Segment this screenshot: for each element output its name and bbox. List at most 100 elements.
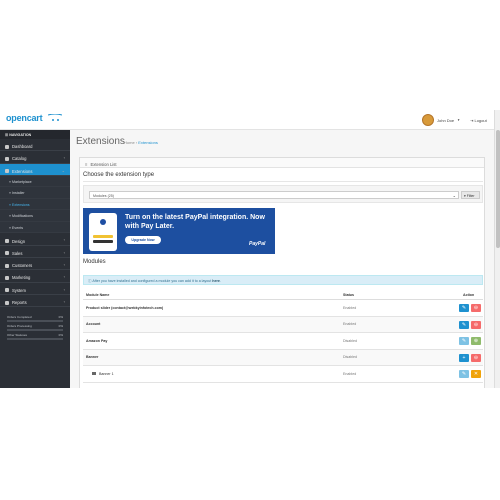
- sidebar-item-catalog[interactable]: Catalog ‹: [0, 151, 70, 164]
- upgrade-now-button[interactable]: Upgrade Now: [125, 236, 161, 244]
- page-title: Extensions: [76, 136, 125, 147]
- sidebar-item-label: Sales: [12, 250, 23, 256]
- sidebar-sub-label: Events: [12, 225, 23, 230]
- stat-label: Orders Processing: [7, 324, 32, 329]
- table-header: Module Name Status Action: [83, 291, 483, 300]
- module-name: Product slider (contact@webkyinfotech.co…: [86, 305, 164, 310]
- cart-logo-icon: [48, 114, 62, 121]
- sidebar-item-label: Catalog: [12, 156, 27, 162]
- module-name: Banner 1: [99, 371, 114, 376]
- edit-button[interactable]: ✎: [459, 337, 469, 345]
- sidebar-sub-label: Installer: [12, 191, 25, 196]
- sidebar-item-label: Customers: [12, 263, 33, 269]
- cart-icon: [5, 251, 9, 256]
- stat-value: 0%: [58, 333, 63, 338]
- row-actions: ✎ ⊕: [459, 337, 481, 345]
- modules-heading: Modules: [83, 259, 106, 265]
- scrollbar-thumb[interactable]: [496, 130, 500, 248]
- uninstall-button[interactable]: ⊖: [471, 304, 481, 312]
- breadcrumb-separator: ›: [135, 140, 138, 145]
- phone-image: [100, 219, 106, 225]
- table-row: Account Enabled ✎ ⊖: [83, 316, 483, 333]
- user-icon: [5, 263, 9, 268]
- sidebar-sub-installer[interactable]: » Installer: [0, 187, 70, 199]
- sidebar-item-label: Marketing: [12, 275, 31, 281]
- sidebar-sub-events[interactable]: » Events: [0, 221, 70, 234]
- uninstall-button[interactable]: ⊖: [471, 320, 481, 329]
- column-header-action: Action: [463, 293, 475, 297]
- filter-label: Filter: [466, 193, 475, 198]
- add-button[interactable]: +: [459, 353, 469, 362]
- banner-title: Turn on the latest PayPal integration. N…: [125, 214, 265, 230]
- divider: [83, 181, 483, 182]
- module-status: Disabled: [343, 338, 357, 343]
- module-status: Enabled: [343, 322, 357, 327]
- sidebar-item-customers[interactable]: Customers ‹: [0, 258, 70, 271]
- edit-button[interactable]: ✎: [459, 320, 469, 329]
- column-header-name[interactable]: Module Name: [86, 291, 109, 299]
- tag-icon: [5, 156, 9, 161]
- chevron-left-icon: ‹: [63, 237, 65, 243]
- table-row: Product slider (contact@webkyinfotech.co…: [83, 300, 483, 317]
- edit-button[interactable]: ✎: [459, 370, 469, 378]
- page-scrollbar[interactable]: [494, 110, 500, 388]
- sidebar-item-label: Design: [12, 238, 26, 244]
- row-actions: + ⊖: [459, 353, 481, 362]
- filter-well: Modules (25) ⌄ ▾ Filter: [83, 185, 483, 203]
- sidebar-sub-label: Marketplace: [12, 179, 32, 184]
- nav-heading: ☰ NAVIGATION: [0, 130, 70, 139]
- install-button[interactable]: ⊕: [471, 337, 481, 345]
- uninstall-button[interactable]: ⊖: [471, 353, 481, 362]
- sidebar-item-design[interactable]: Design ‹: [0, 233, 70, 246]
- sidebar-item-label: Reports: [12, 300, 27, 306]
- chevron-left-icon: ‹: [63, 249, 65, 255]
- chevron-down-icon: ⌄: [452, 193, 456, 198]
- info-alert: ⓘ After you have installed and configure…: [83, 275, 483, 285]
- sidebar-item-dashboard[interactable]: Dashboard: [0, 139, 70, 152]
- stat-orders-completed: Orders Completed 0%: [7, 315, 63, 323]
- table-row: Amazon Pay Disabled ✎ ⊕: [83, 333, 483, 350]
- phone-button-dark: [93, 240, 113, 243]
- filter-button[interactable]: ▾ Filter: [461, 191, 480, 199]
- sidebar-sub-extensions[interactable]: » Extensions: [0, 198, 70, 211]
- alert-link[interactable]: here: [212, 279, 220, 283]
- folder-icon: [92, 372, 96, 376]
- module-name: Account: [86, 322, 101, 327]
- panel-heading: ≡ Extension List: [80, 158, 484, 168]
- extension-type-select[interactable]: Modules (25) ⌄: [89, 191, 459, 199]
- caret-down-icon: ▼: [457, 118, 461, 122]
- sidebar-item-extensions[interactable]: Extensions ⌄: [0, 163, 70, 176]
- modules-table: Module Name Status Action Product slider…: [83, 291, 483, 383]
- share-icon: [5, 275, 9, 280]
- sidebar-sub-marketplace[interactable]: » Marketplace: [0, 175, 70, 188]
- logout-link[interactable]: ⇥ Logout: [470, 118, 487, 123]
- stat-label: Orders Completed: [7, 315, 32, 320]
- edit-button[interactable]: ✎: [459, 304, 469, 312]
- dashboard-icon: [5, 144, 9, 149]
- row-actions: ✎ ✕: [459, 370, 481, 378]
- chevron-down-icon: ⌄: [61, 167, 65, 173]
- chevron-left-icon: ‹: [63, 274, 65, 280]
- sidebar-sub-modifications[interactable]: » Modifications: [0, 210, 70, 222]
- table-row: Banner 1 Enabled ✎ ✕: [83, 366, 483, 383]
- module-name: Amazon Pay: [86, 338, 108, 343]
- stat-label: Other Statuses: [7, 333, 28, 338]
- progress-bar: [7, 329, 63, 332]
- top-header: opencart John Doe ▼ ⇥ Logout: [0, 110, 494, 130]
- delete-button[interactable]: ✕: [471, 370, 481, 378]
- breadcrumb-extensions[interactable]: Extensions: [138, 140, 158, 145]
- chevron-left-icon: ‹: [63, 155, 65, 161]
- sidebar-item-sales[interactable]: Sales ‹: [0, 246, 70, 258]
- filter-icon: ▾: [464, 193, 466, 198]
- module-status: Enabled: [343, 305, 357, 310]
- sidebar-item-marketing[interactable]: Marketing ‹: [0, 270, 70, 283]
- user-menu[interactable]: John Doe ▼: [422, 114, 460, 126]
- opencart-logo[interactable]: opencart: [6, 113, 43, 123]
- sidebar-item-reports[interactable]: Reports ‹: [0, 295, 70, 308]
- sidebar-item-label: System: [12, 287, 26, 293]
- sidebar-item-system[interactable]: System ‹: [0, 283, 70, 295]
- sidebar-sub-label: Modifications: [12, 214, 33, 219]
- breadcrumb-home[interactable]: Home: [124, 140, 135, 145]
- paypal-banner[interactable]: Turn on the latest PayPal integration. N…: [83, 208, 275, 254]
- column-header-status: Status: [343, 293, 354, 297]
